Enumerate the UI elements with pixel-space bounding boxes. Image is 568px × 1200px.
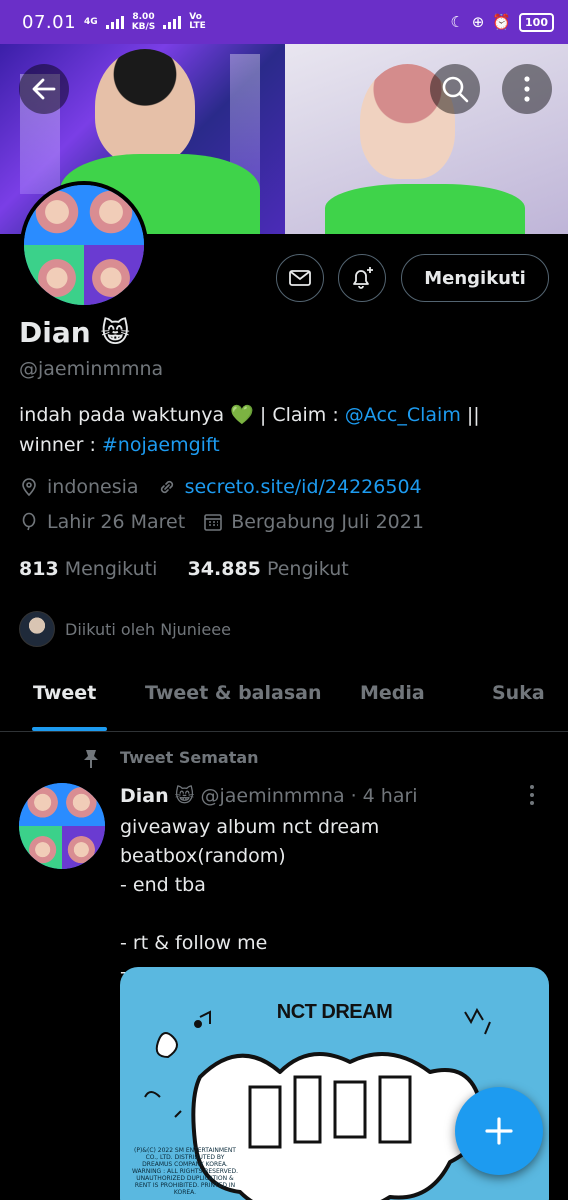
bio-hashtag-link[interactable]: #nojaemgift	[102, 434, 220, 456]
more-vertical-icon	[524, 76, 530, 102]
tweet-author-avatar[interactable]	[19, 783, 105, 869]
profile-meta-row-2: Lahir 26 Maret Bergabung Juli 2021	[19, 511, 442, 533]
calendar-icon	[204, 514, 222, 531]
profile-name: Dian 😸	[19, 316, 130, 349]
tweet-author-name[interactable]: Dian	[120, 785, 169, 807]
message-button[interactable]	[276, 254, 324, 302]
tweet-more-button[interactable]	[528, 784, 536, 810]
tweet-header: Dian 😸 @jaeminmmna · 4 hari	[120, 785, 418, 807]
tweet-text: giveaway album nct dream beatbox(random)…	[120, 816, 380, 983]
cat-emoji-icon: 😸	[174, 785, 195, 807]
tab-tweet-replies[interactable]: Tweet & balasan	[145, 682, 322, 704]
compose-tweet-button[interactable]	[455, 1087, 543, 1175]
website-item[interactable]: secreto.site/id/24226504	[157, 476, 422, 498]
tweet-separator: ·	[350, 785, 357, 807]
following-button[interactable]: Mengikuti	[401, 254, 549, 302]
signal-icon	[105, 15, 124, 29]
follower-avatar	[19, 611, 55, 647]
profile-tabs: Tweet Tweet & balasan Media Suka	[0, 662, 568, 732]
location-item: indonesia	[19, 476, 139, 498]
location-pin-icon	[22, 478, 36, 497]
pin-icon	[84, 750, 98, 768]
tweet-time: 4 hari	[362, 785, 418, 807]
status-time: 07.01	[22, 11, 77, 33]
birthday-item: Lahir 26 Maret	[19, 511, 185, 533]
more-options-button[interactable]	[502, 64, 552, 114]
profile-bio: indah pada waktunya 💚 | Claim : @Acc_Cla…	[19, 404, 480, 456]
more-vertical-icon	[530, 785, 534, 805]
album-fineprint: (P)&(C) 2022 SM ENTERTAINMENT CO., LTD. …	[131, 1147, 239, 1196]
alarm-icon: ⏰	[492, 13, 512, 31]
tab-likes[interactable]: Suka	[492, 682, 545, 704]
bio-mention-link[interactable]: @Acc_Claim	[345, 404, 461, 426]
plus-icon	[485, 1117, 513, 1145]
joined-item: Bergabung Juli 2021	[203, 511, 424, 533]
arrow-left-icon	[32, 78, 56, 100]
following-count-link[interactable]: 813 Mengikuti	[19, 558, 157, 580]
back-button[interactable]	[19, 64, 69, 114]
active-tab-indicator	[32, 727, 107, 731]
network-type: 4G	[84, 16, 98, 27]
search-button[interactable]	[430, 64, 480, 114]
signal-icon-2	[163, 15, 182, 29]
carrier-label: Vo LTE	[189, 12, 206, 31]
balloon-icon	[22, 512, 36, 531]
search-icon	[442, 76, 469, 103]
profile-meta-row-1: indonesia secreto.site/id/24226504	[19, 476, 440, 498]
followers-count-link[interactable]: 34.885 Pengikut	[188, 558, 349, 580]
followed-by[interactable]: Diikuti oleh Njunieee	[19, 611, 231, 647]
network-speed: 8.00 KB/S	[131, 12, 156, 32]
cat-emoji-icon: 😸	[100, 316, 130, 349]
status-bar: 07.01 4G 8.00 KB/S Vo LTE ☾ ⊕ ⏰ 100	[0, 0, 568, 44]
moon-icon: ☾	[450, 13, 464, 31]
follow-counts: 813 Mengikuti 34.885 Pengikut	[19, 558, 349, 580]
bell-plus-icon	[353, 267, 373, 289]
mail-icon	[289, 270, 311, 286]
profile-avatar[interactable]	[20, 181, 148, 309]
tab-media[interactable]: Media	[360, 682, 425, 704]
pinned-label: Tweet Sematan	[120, 748, 259, 767]
lock-icon: ⊕	[471, 13, 485, 31]
profile-handle: @jaeminmmna	[19, 358, 164, 380]
link-icon	[160, 480, 173, 494]
notifications-button[interactable]	[338, 254, 386, 302]
battery-icon: 100	[519, 12, 554, 32]
tab-tweet[interactable]: Tweet	[33, 682, 96, 704]
tweet-author-handle: @jaeminmmna	[200, 785, 345, 807]
